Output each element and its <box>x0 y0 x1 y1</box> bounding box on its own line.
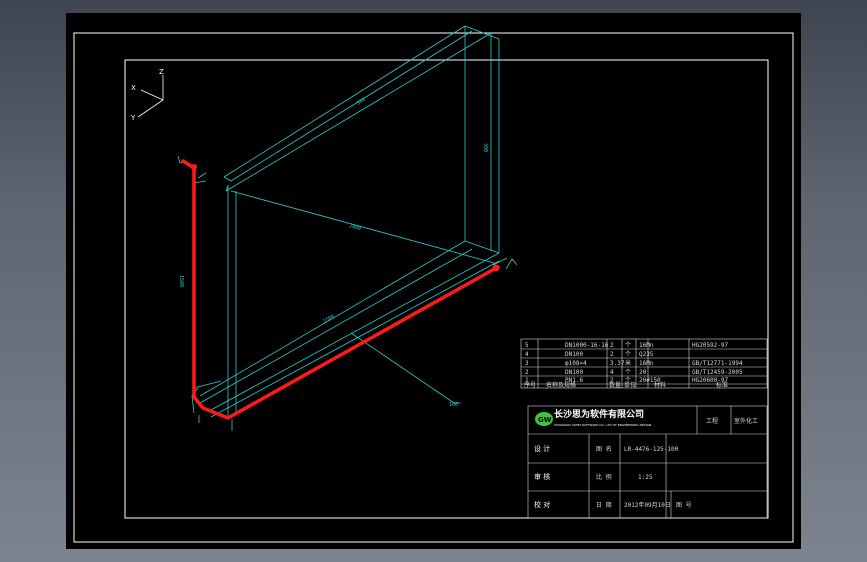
bom-cell-standard: GB/T12771-1994 <box>692 360 743 367</box>
bom-cell-no: 4 <box>525 351 529 358</box>
bom-cell-spec: DN100 <box>565 369 583 376</box>
axis-x-label: X <box>131 84 136 92</box>
company-name-en: CHANGSHA SIWEI SOFTWARE CO., LTD OF ENGI… <box>554 423 651 427</box>
bom-header-standard: 标准 <box>716 381 728 389</box>
scale-value: 1:25 <box>638 474 653 481</box>
ucs-axis-icon <box>137 75 164 118</box>
bom-cell-unit: 个 <box>625 369 631 376</box>
bom-cell-standard: HG20592-97 <box>692 342 729 349</box>
bom-header-unit: 单位 <box>624 381 636 389</box>
dim-top: 500 <box>356 97 367 107</box>
dim-diagonal: 2000 <box>348 223 361 232</box>
company-name-cn: 长沙思为软件有限公司 <box>554 408 644 420</box>
dim-right-side: 300 <box>482 143 488 152</box>
bom-cell-qty: 2 <box>610 351 614 358</box>
design-label: 设 计 <box>534 444 550 453</box>
date-value: 2012年09月10日 <box>624 501 671 509</box>
bom-cell-material: 16Mn <box>639 360 654 367</box>
dim-bottom: 1500 <box>322 314 335 325</box>
project-value: 室外化工 <box>734 417 758 425</box>
project-label: 工程 <box>706 417 718 425</box>
bom-header-material: 材料 <box>654 381 666 389</box>
svg-text:GW: GW <box>538 416 552 424</box>
bom-header-name: 名称及规格 <box>546 381 576 389</box>
bom-cell-qty: 4 <box>610 369 614 376</box>
axis-z-label: Z <box>159 68 164 76</box>
approve-label: 校 对 <box>534 500 550 509</box>
bom-cell-no: 2 <box>525 369 529 376</box>
bom-cell-material: Q235 <box>639 351 654 358</box>
drawing-name-value: LR-4476-125-100 <box>624 446 679 453</box>
bom-cell-standard: GB/T12459-2005 <box>692 369 743 376</box>
bom-cell-material: 20 <box>639 369 647 376</box>
bom-cell-no: 5 <box>525 342 529 349</box>
pipe-elbow-top <box>191 164 197 170</box>
bom-cell-unit: 个 <box>625 342 631 349</box>
bom-cell-qty: 2 <box>610 342 614 349</box>
outer-border <box>73 32 794 543</box>
cad-viewport[interactable]: Z X Y 500 300 2000 1500 1500 100 5 DN100… <box>66 13 801 549</box>
check-label: 审 核 <box>534 472 550 481</box>
company-logo: GW <box>535 412 553 426</box>
bom-cell-material: 16Mn <box>639 342 654 349</box>
bom-header-no: 序号 <box>524 381 536 389</box>
bom-cell-spec: φ108×4 <box>565 360 587 367</box>
axis-y-label: Y <box>130 114 136 122</box>
date-label: 日 期 <box>596 501 612 509</box>
bom-cell-no: 3 <box>525 360 529 367</box>
bom-cell-qty: 3.37 <box>610 360 625 367</box>
bom-cell-unit: 个 <box>625 351 631 358</box>
bom-cell-spec: DN1000-16-16 <box>565 342 609 349</box>
isometric-frame <box>177 25 518 431</box>
bom-cell-spec: DN100 <box>565 351 583 358</box>
dim-vertical: 1500 <box>178 275 184 287</box>
pipe-end-flange <box>492 264 500 272</box>
sheet-label: 图 号 <box>676 502 692 509</box>
bom-cell-unit: 米 <box>625 359 631 367</box>
scale-label: 比 例 <box>596 473 612 481</box>
bom-header-qty: 数量 <box>609 381 621 389</box>
drawing-name-label: 图 名 <box>596 445 612 453</box>
pipe-route <box>181 159 500 420</box>
dim-pointer: 100 <box>449 402 458 408</box>
